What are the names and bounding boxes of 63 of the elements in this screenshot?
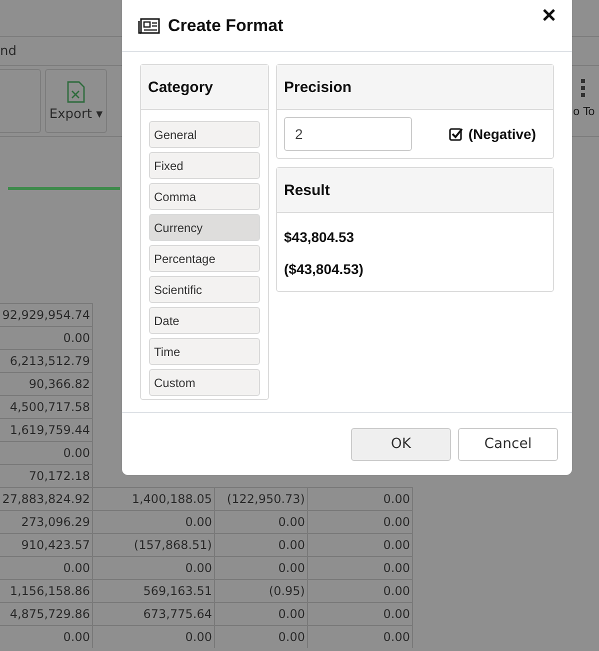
toolbar-label[interactable]: o To [573,104,595,118]
result-value: $43,804.53 [284,229,356,245]
table-cell: 273,096.29 [0,510,93,533]
table-cell: 0.00 [308,510,413,533]
cancel-button[interactable]: Cancel [458,428,558,460]
table-cell: 0.00 [308,579,413,602]
table-cell: 0.00 [308,556,413,579]
spreadsheet-file-icon [67,80,85,102]
category-item[interactable]: Scientific [149,276,260,303]
table-cell: 0.00 [215,625,308,648]
export-button[interactable]: Export ▾ [45,69,107,133]
table-cell: 1,400,188.05 [93,487,215,510]
table-cell: 90,366.82 [0,372,93,395]
table-cell: 569,163.51 [93,579,215,602]
table-cell: 1,619,759.44 [0,418,93,441]
table-cell: 0.00 [0,625,93,648]
category-item[interactable]: Currency [149,214,260,241]
table-cell: 673,775.64 [93,602,215,625]
close-button[interactable]: × [542,4,556,28]
category-item[interactable]: Date [149,307,260,334]
table-cell: 0.00 [215,602,308,625]
table-cell: 0.00 [308,487,413,510]
table-cell: 0.00 [308,625,413,648]
table-cell: 0.00 [0,326,93,349]
table-cell: 910,423.57 [0,533,93,556]
card-icon [138,18,160,34]
table-cell: 6,213,512.79 [0,349,93,372]
category-item[interactable]: Time [149,338,260,365]
panel-title: Result [284,182,330,198]
dialog-title: Create Format [168,16,284,36]
table-cell: 0.00 [0,441,93,464]
table-cell: 0.00 [215,510,308,533]
category-item[interactable]: Custom [149,369,260,396]
category-item[interactable]: Comma [149,183,260,210]
table-cell: 0.00 [93,556,215,579]
ok-button[interactable]: OK [351,428,451,460]
category-item[interactable]: General [149,121,260,148]
panel-title: Category [148,78,214,96]
table-cell: 27,883,824.92 [0,487,93,510]
table-cell: 0.00 [93,510,215,533]
table-cell: 70,172.18 [0,464,93,487]
table-cell: 0.00 [215,556,308,579]
menu-text[interactable]: nd [0,44,16,58]
table-cell: 0.00 [215,533,308,556]
table-cell: (122,950.73) [215,487,308,510]
table-cell: 92,929,954.74 [0,303,93,326]
category-item[interactable]: Percentage [149,245,260,272]
table-cell: 4,875,729.86 [0,602,93,625]
table-cell: (0.95) [215,579,308,602]
table-cell: 0.00 [0,556,93,579]
category-item[interactable]: Fixed [149,152,260,179]
table-cell: 4,500,717.58 [0,395,93,418]
panel-title: Precision [284,78,352,96]
checked-checkbox-icon[interactable] [449,127,464,141]
table-cell: 1,156,158.86 [0,579,93,602]
result-value: ($43,804.53) [284,261,364,277]
checkbox-label[interactable]: (Negative) [468,126,536,142]
more-icon [581,78,585,96]
table-cell: 0.00 [308,602,413,625]
table-cell: (157,868.51) [93,533,215,556]
table-cell: 0.00 [308,533,413,556]
precision-field[interactable]: 2 [284,117,412,151]
table-cell: 0.00 [93,625,215,648]
